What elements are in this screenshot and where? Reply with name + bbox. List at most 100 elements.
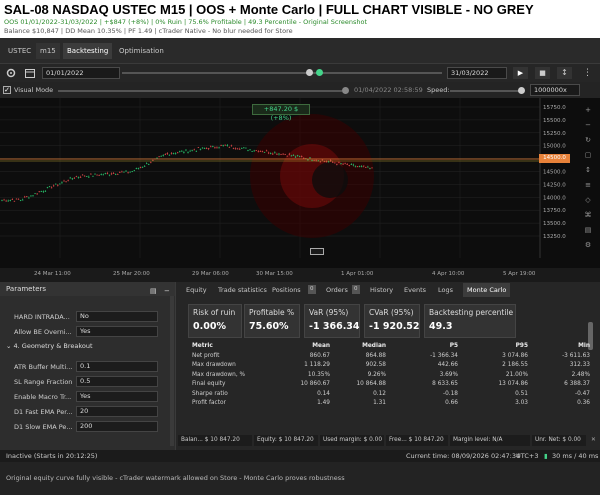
price-tick-label: 15000.0 [543, 144, 566, 150]
chart-tool-icon[interactable]: ⚙ [585, 241, 591, 249]
stop-button[interactable]: ■ [535, 67, 550, 79]
gear-icon[interactable] [5, 67, 17, 79]
chart-tool-icon[interactable]: + [585, 106, 591, 114]
scroll-marker[interactable] [310, 248, 324, 255]
candle-body [344, 162, 346, 164]
candle-body [187, 152, 189, 154]
start-date-input[interactable]: 01/01/2022 [42, 67, 120, 79]
table-cell: 1.49 [317, 400, 330, 406]
calendar-icon[interactable] [24, 67, 36, 79]
param-value-input[interactable]: 0.1 [76, 361, 158, 372]
tab-positions[interactable]: Positions [268, 283, 305, 297]
parameters-header: Parameters ▤ − [0, 282, 175, 296]
chart-tool-icon[interactable]: ◇ [585, 196, 591, 204]
chart-tool-icon[interactable]: ↻ [585, 136, 591, 144]
tab-symbol[interactable]: USTEC [4, 43, 35, 59]
table-cell: -0.47 [575, 390, 590, 397]
candle-body [108, 174, 111, 176]
table-cell: 3 074.86 [502, 352, 528, 359]
param-value-input[interactable]: 20 [76, 406, 158, 417]
candle-body [321, 159, 324, 161]
tab-monte-carlo[interactable]: Monte Carlo [463, 283, 511, 297]
tab-timeframe-label: m15 [40, 47, 56, 55]
visual-mode-checkbox[interactable]: ✓ [3, 86, 11, 94]
chart-tool-icon[interactable]: ↕ [585, 166, 591, 174]
candle-body [73, 177, 76, 179]
header-title: SAL-08 NASDAQ USTEC M15 | OOS + Monte Ca… [4, 2, 534, 17]
tab-backtesting[interactable]: Backtesting [63, 43, 113, 59]
table-cell: 0.12 [373, 390, 386, 397]
param-section-header[interactable]: ⌄ 4. Geometry & Breakout [6, 342, 93, 350]
speed-slider-handle[interactable] [518, 87, 525, 94]
tab-history[interactable]: History [366, 283, 397, 297]
metric-card-label: VaR (95%) [309, 308, 349, 317]
speed-value-input[interactable]: 1000000x [530, 84, 580, 96]
candle-body [5, 200, 7, 202]
latency: 30 ms / 40 ms [552, 452, 599, 460]
param-value-input[interactable]: 200 [76, 421, 158, 432]
candle-body [288, 153, 291, 155]
candle-body [195, 150, 198, 152]
table-cell: 6 388.37 [564, 381, 590, 387]
slider-handle-end[interactable] [316, 69, 323, 76]
candle-body [143, 165, 146, 167]
price-chart[interactable]: 15750.015500.015250.015000.014750.014500… [0, 98, 600, 268]
table-cell: Max drawdown, % [192, 371, 246, 378]
visual-mode-label: Visual Mode [14, 86, 54, 94]
candle-body [75, 176, 78, 178]
expand-button[interactable]: ↕ [557, 67, 572, 79]
visual-progress-handle[interactable] [342, 87, 349, 94]
table-cell: 312.33 [569, 362, 590, 368]
timezone[interactable]: UTC+3 [516, 450, 538, 462]
speed-slider[interactable] [450, 90, 520, 92]
date-range-slider[interactable] [122, 72, 442, 74]
tab-orders[interactable]: Orders [322, 283, 352, 297]
candle-body [191, 149, 193, 151]
slider-handle-start[interactable] [306, 69, 313, 76]
price-tick-label: 14000.0 [543, 195, 566, 201]
used-margin-field: Used margin: $ 0.00 [320, 435, 384, 446]
candle-body [123, 171, 125, 173]
candle-body [336, 164, 338, 165]
table-cell: 9.26% [367, 371, 386, 378]
candle-body [69, 177, 71, 179]
tab-equity[interactable]: Equity [182, 283, 211, 297]
end-date-input[interactable]: 31/03/2022 [447, 67, 507, 79]
candle-body [63, 180, 65, 182]
param-value-input[interactable]: No [76, 311, 158, 322]
chart-tool-icon[interactable]: ≡ [585, 181, 591, 189]
candle-body [21, 199, 24, 201]
close-icon[interactable]: ✕ [588, 435, 598, 446]
chart-tool-icon[interactable]: − [585, 121, 591, 129]
candle-body [19, 200, 22, 201]
candle-body [261, 151, 264, 153]
play-button[interactable]: ▶ [513, 67, 528, 79]
candle-body [71, 178, 73, 180]
chart-tool-icon[interactable]: ⌘ [585, 211, 592, 219]
candle-body [104, 173, 107, 174]
tab-trade-statistics[interactable]: Trade statistics [214, 283, 271, 297]
candle-body [369, 168, 371, 169]
tab-optimisation[interactable]: Optimisation [115, 43, 168, 59]
metric-card-label: Risk of ruin [193, 308, 236, 317]
candle-body [334, 162, 336, 164]
save-icon[interactable]: ▤ [150, 284, 157, 298]
param-value-input[interactable]: 0.5 [76, 376, 158, 387]
table-cell: 1.31 [373, 400, 386, 406]
collapse-icon[interactable]: − [164, 284, 170, 298]
candle-body [24, 196, 26, 198]
chart-tool-icon[interactable]: ▢ [585, 151, 592, 159]
tab-events[interactable]: Events [400, 283, 430, 297]
tab-logs[interactable]: Logs [434, 283, 457, 297]
candle-body [50, 187, 53, 189]
candle-body [156, 157, 158, 159]
param-value-input[interactable]: Yes [76, 326, 158, 337]
more-button[interactable]: ⋮ [580, 67, 595, 79]
tab-timeframe[interactable]: m15 [36, 43, 60, 59]
candle-body [81, 174, 84, 176]
candle-body [332, 161, 334, 163]
param-value-input[interactable]: Yes [76, 391, 158, 402]
visual-progress-bar[interactable] [58, 90, 342, 92]
chart-tool-icon[interactable]: ▤ [585, 226, 592, 234]
table-header-cell: P95 [515, 343, 528, 349]
